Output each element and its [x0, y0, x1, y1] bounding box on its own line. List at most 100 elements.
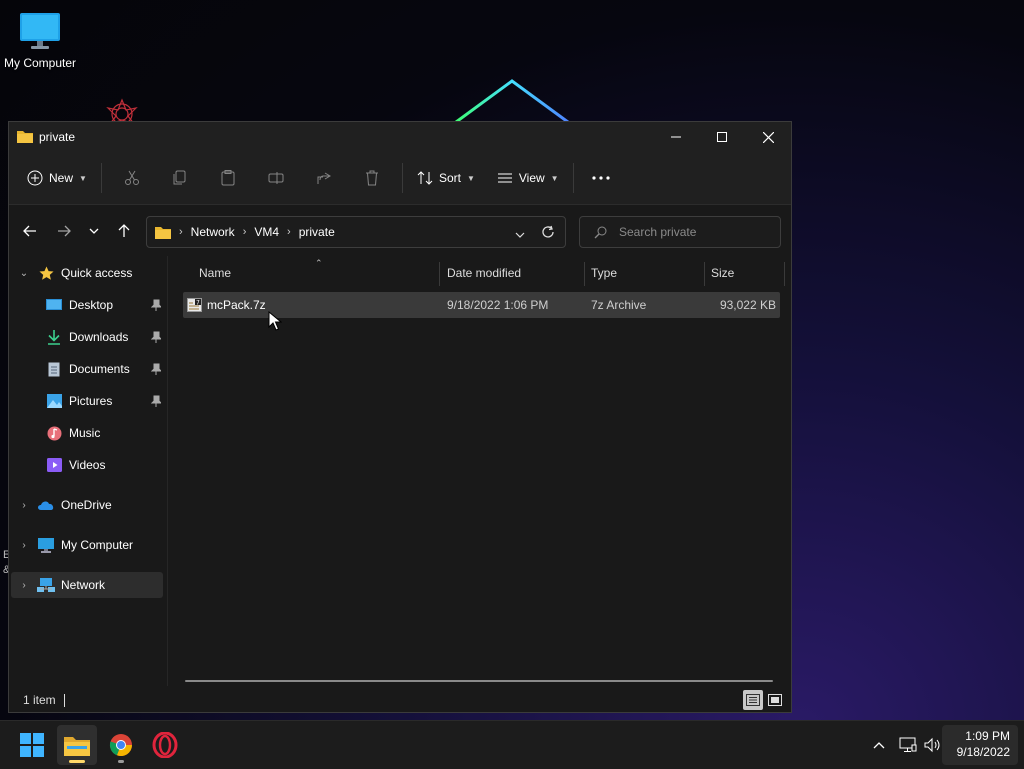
recent-locations-button[interactable] [79, 216, 109, 246]
nav-label: Pictures [69, 394, 113, 408]
file-explorer-taskbar-button[interactable] [57, 725, 97, 765]
file-explorer-window: private New ▼ Sort ▼ View ▼ › Network › … [8, 121, 792, 713]
refresh-button[interactable] [541, 225, 555, 242]
network-status-button[interactable] [895, 721, 921, 769]
nav-quick-access[interactable]: ⌄ Quick access [17, 260, 132, 286]
pin-icon[interactable] [150, 331, 163, 346]
nav-label: Quick access [61, 266, 133, 280]
pin-icon[interactable] [150, 395, 163, 410]
chevron-right-icon: › [242, 226, 247, 238]
breadcrumb-network[interactable]: Network [191, 225, 235, 239]
column-resizer[interactable] [704, 262, 705, 286]
chevron-right-icon[interactable]: › [17, 540, 31, 551]
title-bar[interactable]: private [9, 122, 791, 152]
delete-button[interactable] [356, 162, 388, 194]
chevron-right-icon: › [179, 226, 183, 238]
details-view-button[interactable] [743, 690, 763, 710]
computer-icon [37, 537, 55, 553]
chevron-right-icon[interactable]: › [17, 580, 31, 591]
share-button[interactable] [308, 162, 340, 194]
close-button[interactable] [745, 122, 791, 152]
file-name[interactable]: mcPack.7z [207, 292, 266, 318]
pin-icon[interactable] [150, 299, 163, 314]
show-hidden-icons-button[interactable] [866, 721, 892, 769]
sort-ascending-icon: ⌃ [315, 258, 323, 268]
chrome-taskbar-button[interactable] [101, 725, 141, 765]
music-icon [45, 425, 63, 441]
monitor-icon [19, 12, 61, 49]
mouse-cursor-icon [268, 311, 282, 331]
nav-item-videos[interactable]: Videos [45, 452, 105, 478]
nav-label: Network [61, 578, 106, 592]
copy-button[interactable] [164, 162, 196, 194]
column-header-size[interactable]: Size [711, 256, 734, 290]
paste-button[interactable] [212, 162, 244, 194]
more-options-button[interactable] [584, 162, 618, 194]
nav-item-documents[interactable]: Documents [45, 356, 167, 382]
clock-time: 1:09 PM [965, 729, 1010, 743]
thumbnails-view-button[interactable] [765, 690, 785, 710]
nav-network[interactable]: › Network [11, 572, 163, 598]
item-count: 1 item [23, 693, 56, 707]
address-bar[interactable]: › Network › VM4 › private [146, 216, 566, 248]
nav-label: My Computer [61, 538, 134, 552]
cut-button[interactable] [116, 162, 148, 194]
search-icon [594, 226, 607, 238]
nav-my-computer[interactable]: › My Computer [17, 532, 133, 558]
up-button[interactable] [109, 216, 139, 246]
column-header-type[interactable]: Type [591, 256, 617, 290]
command-bar: New ▼ Sort ▼ View ▼ [9, 152, 791, 205]
nav-item-music[interactable]: Music [45, 420, 100, 446]
chevron-down-icon[interactable]: ⌄ [17, 268, 31, 279]
column-header-name[interactable]: Name [199, 256, 231, 290]
minimize-button[interactable] [653, 122, 699, 152]
nav-item-pictures[interactable]: Pictures [45, 388, 167, 414]
back-button[interactable] [15, 216, 45, 246]
forward-button[interactable] [49, 216, 79, 246]
copy-icon [173, 170, 186, 185]
search-box[interactable] [579, 216, 781, 248]
horizontal-scrollbar[interactable] [185, 680, 773, 682]
breadcrumb-private[interactable]: private [299, 225, 335, 239]
volume-icon [924, 737, 940, 753]
nav-item-downloads[interactable]: Downloads [45, 324, 167, 350]
pane-divider[interactable] [167, 256, 168, 686]
videos-icon [45, 457, 63, 473]
opera-icon [152, 732, 178, 758]
nav-onedrive[interactable]: › OneDrive [17, 492, 111, 518]
column-resizer[interactable] [584, 262, 585, 286]
nav-label: Desktop [69, 298, 114, 312]
desktop-icon-my-computer[interactable]: My Computer [2, 8, 78, 70]
nav-item-desktop[interactable]: Desktop [45, 292, 167, 318]
column-resizer[interactable] [439, 262, 440, 286]
nav-label: Downloads [69, 330, 129, 344]
new-button[interactable]: New ▼ [19, 162, 95, 194]
opera-taskbar-button[interactable] [145, 725, 185, 765]
active-indicator [69, 760, 85, 763]
desktop-icon [45, 297, 63, 313]
details-view-icon [746, 694, 760, 706]
sort-button[interactable]: Sort ▼ [409, 162, 483, 194]
view-label: View [518, 171, 545, 185]
column-header-date-modified[interactable]: Date modified [447, 256, 521, 290]
wallpaper-glow-triangle [451, 79, 573, 125]
chevron-right-icon[interactable]: › [17, 500, 31, 511]
address-history-button[interactable] [515, 227, 525, 241]
rename-icon [268, 172, 284, 184]
status-bar: 1 item [9, 686, 791, 714]
breadcrumb-vm4[interactable]: VM4 [254, 225, 279, 239]
rename-button[interactable] [260, 162, 292, 194]
start-button[interactable] [12, 725, 52, 765]
pin-icon[interactable] [150, 363, 163, 378]
chevron-up-icon [873, 742, 885, 749]
clock-date: 9/18/2022 [956, 745, 1010, 759]
maximize-button[interactable] [699, 122, 745, 152]
view-button[interactable]: View ▼ [489, 162, 567, 194]
search-input[interactable] [617, 224, 771, 240]
column-resizer[interactable] [784, 262, 785, 286]
chevron-down-icon [515, 232, 525, 238]
minimize-icon [671, 136, 681, 138]
arrow-right-icon [58, 225, 71, 237]
archive-icon: 7 [187, 292, 202, 318]
status-divider [63, 693, 65, 707]
